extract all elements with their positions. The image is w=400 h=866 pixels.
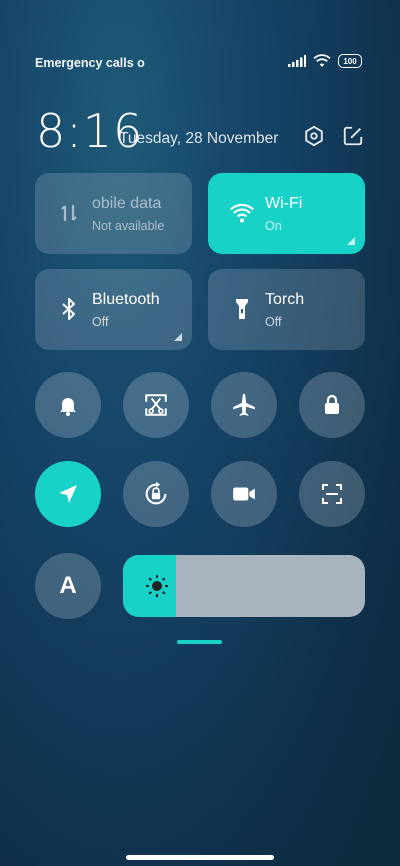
toggle-airplane-mode[interactable] (211, 372, 277, 438)
airplane-icon (233, 394, 255, 416)
status-bar: Emergency calls o 100 (0, 0, 400, 70)
drag-handle[interactable] (177, 640, 222, 644)
tile-torch-title: Torch (265, 291, 305, 308)
signal-icon (288, 55, 306, 67)
scan-icon (322, 484, 342, 504)
tile-bluetooth-title: Bluetooth (92, 291, 160, 308)
edit-icon[interactable] (342, 125, 364, 147)
toggle-mute[interactable] (35, 372, 101, 438)
bluetooth-icon (62, 298, 75, 320)
date-label: Tuesday, 28 November (119, 130, 279, 147)
status-icons: 100 (288, 54, 362, 68)
tile-torch-status: Off (265, 315, 282, 329)
battery-icon: 100 (338, 54, 362, 68)
tile-wifi-status: On (265, 219, 282, 233)
toggle-location[interactable] (35, 461, 101, 527)
expand-corner-icon (347, 237, 355, 245)
bell-icon (60, 398, 76, 416)
tile-mobile-data-title: obile data (92, 195, 162, 212)
tile-bluetooth[interactable]: Bluetooth Off (35, 269, 192, 350)
lock-icon (325, 394, 339, 414)
carrier-label: Emergency calls o (35, 56, 145, 70)
rotation-lock-icon (145, 481, 167, 505)
tile-mobile-data[interactable]: obile data Not available (35, 173, 192, 254)
tile-mobile-data-status: Not available (92, 219, 165, 233)
settings-icon[interactable] (303, 125, 325, 147)
expand-corner-icon (174, 333, 182, 341)
toggle-screen-recorder[interactable] (211, 461, 277, 527)
tile-wifi[interactable]: Wi-Fi On (208, 173, 365, 254)
data-transfer-icon (61, 205, 77, 221)
wifi-status-icon (313, 54, 331, 67)
toggle-rotation-lock[interactable] (123, 461, 189, 527)
screenshot-scissors-icon (145, 394, 167, 416)
reading-mode-icon: A (59, 572, 77, 599)
toggle-lock-screen[interactable] (299, 372, 365, 438)
toggle-screenshot[interactable] (123, 372, 189, 438)
toggle-reading-mode[interactable]: A (35, 553, 101, 619)
toggle-scanner[interactable] (299, 461, 365, 527)
wifi-icon (230, 203, 254, 223)
battery-level: 100 (343, 56, 357, 66)
tile-bluetooth-status: Off (92, 315, 109, 329)
location-icon (59, 485, 77, 503)
brightness-slider[interactable] (123, 555, 365, 617)
brightness-sun-icon (146, 575, 168, 597)
home-indicator[interactable] (126, 855, 274, 860)
tile-wifi-title: Wi-Fi (265, 195, 303, 212)
torch-icon (236, 299, 248, 319)
tile-torch[interactable]: Torch Off (208, 269, 365, 350)
video-camera-icon (233, 487, 255, 501)
